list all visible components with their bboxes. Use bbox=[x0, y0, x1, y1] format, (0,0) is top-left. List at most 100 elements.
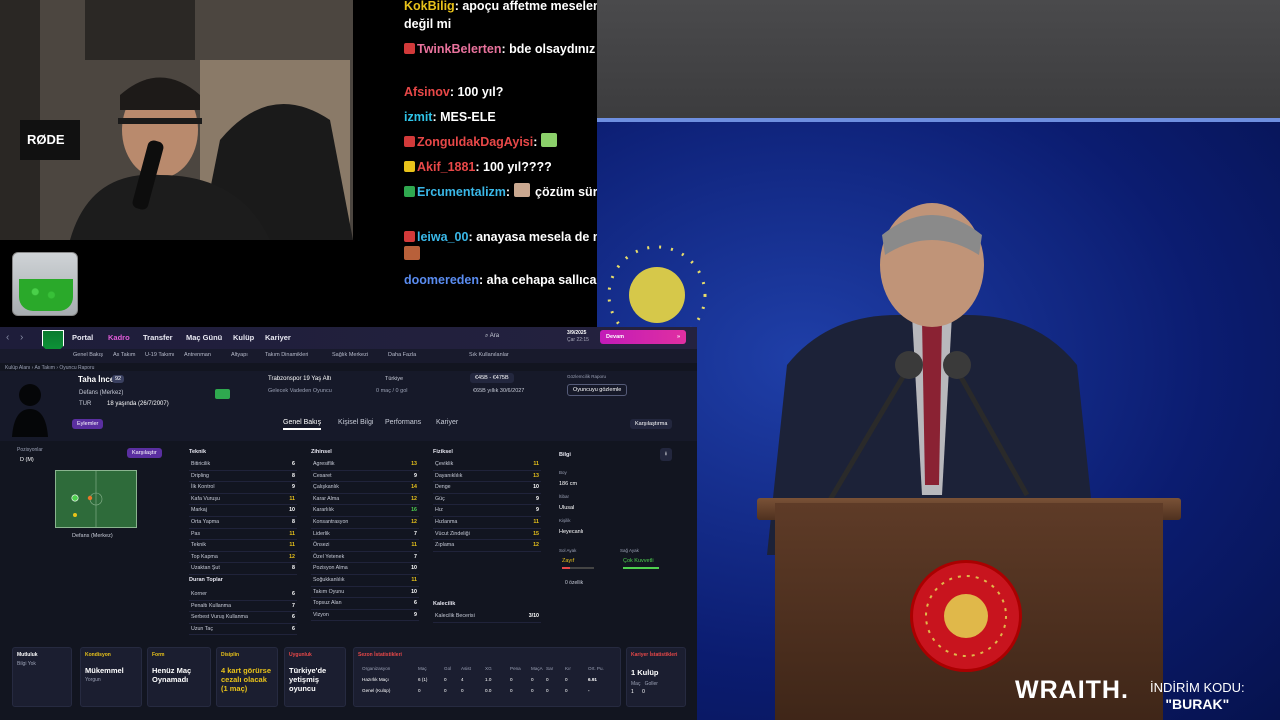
attribute-row[interactable]: Pozisyon Alma 10 bbox=[311, 563, 419, 575]
attribute-row[interactable]: Vizyon 9 bbox=[311, 610, 419, 622]
scout-player-button[interactable]: Oyuncuyu gözlemle bbox=[567, 384, 628, 396]
stats-cell: Genel (Kulüp) bbox=[362, 688, 391, 693]
attribute-row[interactable]: Kalecilik Becerisi 3/10 bbox=[433, 611, 541, 623]
attribute-row[interactable]: Takım Oyunu 10 bbox=[311, 587, 419, 599]
attribute-row[interactable]: Cesaret 9 bbox=[311, 471, 419, 483]
attribute-row[interactable]: Uzun Taç 6 bbox=[189, 624, 297, 636]
subnav-overview[interactable]: Genel Bakış bbox=[73, 352, 103, 358]
stats-cell: Hazırlık Maçı bbox=[362, 677, 389, 682]
subnav-dynamics[interactable]: Takım Dinamikleri bbox=[265, 352, 308, 358]
tab-personal[interactable]: Kişisel Bilgi bbox=[338, 419, 373, 426]
attribute-name: Uzaktan Şut bbox=[191, 565, 220, 572]
attribute-row[interactable]: Kararlılık 16 bbox=[311, 505, 419, 517]
attribute-row[interactable]: Markaj 10 bbox=[189, 505, 297, 517]
chat-message: ZonguldakDagAyisi: bbox=[404, 133, 626, 151]
attribute-row[interactable]: Penaltı Kullanma 7 bbox=[189, 601, 297, 613]
nav-squad[interactable]: Kadro bbox=[108, 333, 130, 342]
search-button[interactable]: ⌕ Ara bbox=[485, 333, 499, 340]
info-title: Bilgi bbox=[559, 452, 571, 458]
attribute-row[interactable]: Liderlik 7 bbox=[311, 529, 419, 541]
attribute-row[interactable]: Dayanıklılık 13 bbox=[433, 471, 541, 483]
attribute-row[interactable]: Önsezi 11 bbox=[311, 540, 419, 552]
stats-cell: 0 bbox=[531, 688, 534, 693]
attribute-row[interactable]: Kafa Vuruşu 11 bbox=[189, 494, 297, 506]
download-icon[interactable]: ⭳ bbox=[660, 448, 672, 461]
attribute-row[interactable]: Serbest Vuruş Kullanma 6 bbox=[189, 612, 297, 624]
attribute-row[interactable]: Soğukkanlılık 11 bbox=[311, 575, 419, 587]
attribute-row[interactable]: Top Kapma 12 bbox=[189, 552, 297, 564]
player-club[interactable]: Trabzonspor 19 Yaş Altı bbox=[268, 376, 331, 382]
compare-positions-button[interactable]: Karşılaştır bbox=[127, 448, 162, 458]
subnav-academy[interactable]: Altyapı bbox=[231, 352, 248, 358]
nav-transfer[interactable]: Transfer bbox=[143, 333, 173, 342]
attribute-row[interactable]: Çalışkanlık 14 bbox=[311, 482, 419, 494]
attribute-name: Serbest Vuruş Kullanma bbox=[191, 614, 248, 621]
subnav-medical[interactable]: Sağlık Merkezi bbox=[332, 352, 368, 358]
season-stats-card[interactable]: Sezon İstatistikleri Organizasyon Maç Gol A… bbox=[353, 647, 621, 707]
attribute-row[interactable]: Orta Yapma 8 bbox=[189, 517, 297, 529]
attribute-row[interactable]: Karar Alma 12 bbox=[311, 494, 419, 506]
webcam-feed: RØDE bbox=[0, 0, 353, 240]
attribute-row[interactable]: Denge 10 bbox=[433, 482, 541, 494]
tab-overview[interactable]: Genel Bakış bbox=[283, 419, 322, 430]
nav-portal[interactable]: Portal bbox=[72, 333, 93, 342]
attribute-row[interactable]: Özel Yetenek 7 bbox=[311, 552, 419, 564]
attribute-row[interactable]: Çeviklik 11 bbox=[433, 459, 541, 471]
back-icon[interactable]: ‹ bbox=[6, 332, 9, 343]
subnav-more[interactable]: Daha Fazla bbox=[388, 352, 416, 358]
attribute-row[interactable]: Topsuz Alan 6 bbox=[311, 598, 419, 610]
attribute-row[interactable]: Konsantrasyon 12 bbox=[311, 517, 419, 529]
tab-career[interactable]: Kariyer bbox=[436, 419, 458, 426]
game-day-time: Çar 22:15 bbox=[567, 337, 589, 343]
attribute-value: 6 bbox=[292, 461, 295, 467]
form-card[interactable]: Form Henüz Maç Oynamadı bbox=[147, 647, 211, 707]
career-stats-card[interactable]: Kariyer İstatistikleri 1 Kulüp Maç Golle… bbox=[626, 647, 686, 707]
continue-button[interactable]: Devam» bbox=[600, 330, 686, 344]
attribute-row[interactable]: Hızlanma 11 bbox=[433, 517, 541, 529]
nav-career[interactable]: Kariyer bbox=[265, 333, 291, 342]
attribute-name: Pozisyon Alma bbox=[313, 565, 348, 572]
attribute-row[interactable]: Vücut Zindeliği 15 bbox=[433, 529, 541, 541]
attribute-row[interactable]: Uzaktan Şut 8 bbox=[189, 563, 297, 575]
attribute-row[interactable]: Teknik 11 bbox=[189, 540, 297, 552]
attribute-row[interactable]: Pas 11 bbox=[189, 529, 297, 541]
attribute-row[interactable]: Zıplama 12 bbox=[433, 540, 541, 552]
status-icon bbox=[215, 389, 230, 399]
attribute-row[interactable]: Bitiricilik 6 bbox=[189, 459, 297, 471]
subnav-u19[interactable]: U-19 Takımı bbox=[145, 352, 175, 358]
stats-header: Gol bbox=[444, 666, 452, 671]
stats-cell: 0 bbox=[444, 677, 447, 682]
actions-button[interactable]: Eylemler bbox=[72, 419, 104, 429]
right-foot-label: Sağ Ayak bbox=[620, 548, 639, 553]
attribute-row[interactable]: İlk Kontrol 9 bbox=[189, 482, 297, 494]
attribute-value: 13 bbox=[533, 472, 539, 479]
favorites-menu[interactable]: Sık Kullanılanlar bbox=[469, 352, 509, 358]
stats-header: Asist bbox=[461, 666, 471, 671]
tab-performance[interactable]: Performans bbox=[385, 419, 421, 426]
compare-button[interactable]: Karşılaştırma bbox=[630, 419, 673, 429]
attribute-value: 12 bbox=[411, 519, 417, 525]
nav-matchday[interactable]: Maç Günü bbox=[186, 333, 222, 342]
attribute-name: Denge bbox=[435, 484, 451, 491]
stats-cell: 0 bbox=[461, 688, 464, 693]
subnav-first-team[interactable]: As Takım bbox=[113, 352, 136, 358]
attribute-row[interactable]: Hız 9 bbox=[433, 505, 541, 517]
stats-cell: 0 bbox=[510, 677, 513, 682]
sponsor-logo: WRAITH. bbox=[1015, 676, 1129, 704]
technical-title: Teknik bbox=[189, 449, 207, 455]
nav-club[interactable]: Kulüp bbox=[233, 333, 254, 342]
eligibility-card[interactable]: Uygunluk Türkiye'de yetişmiş oyuncu bbox=[284, 647, 346, 707]
attribute-value: 7 bbox=[292, 602, 295, 609]
subnav-training[interactable]: Antrenman bbox=[184, 352, 211, 358]
attribute-row[interactable]: Korner 6 bbox=[189, 589, 297, 601]
happiness-card[interactable]: Mutluluk Bilgi Yok bbox=[12, 647, 72, 707]
condition-card[interactable]: Kondisyon Mükemmel Yorgun bbox=[80, 647, 142, 707]
traits-count[interactable]: 0 özellik bbox=[565, 580, 583, 586]
attribute-row[interactable]: Agresiflik 13 bbox=[311, 459, 419, 471]
forward-icon[interactable]: › bbox=[20, 332, 23, 343]
attribute-row[interactable]: Güç 9 bbox=[433, 494, 541, 506]
attribute-value: 12 bbox=[289, 553, 295, 560]
discipline-card[interactable]: Disiplin 4 kart görürse cezalı olacak (1 … bbox=[216, 647, 278, 707]
player-status: Gelecek Vadeden Oyuncu bbox=[268, 388, 332, 394]
attribute-row[interactable]: Dripling 8 bbox=[189, 471, 297, 483]
